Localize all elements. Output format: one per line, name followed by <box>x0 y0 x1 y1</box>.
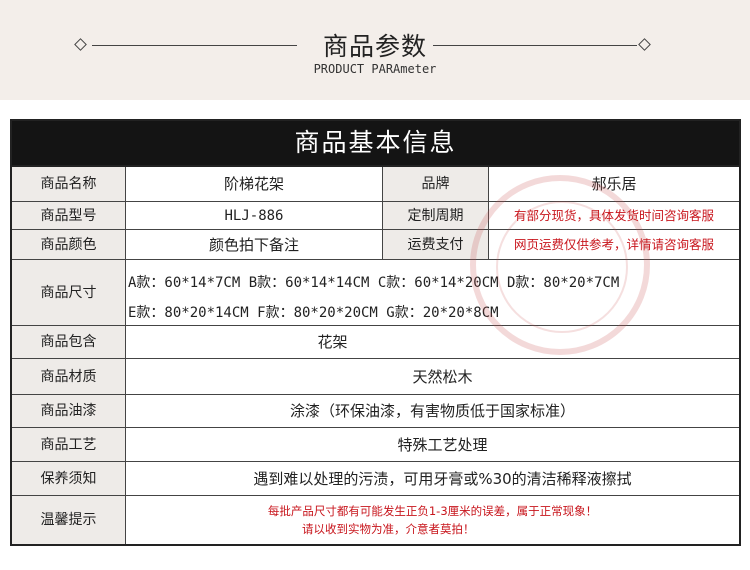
table-banner-title: 商品基本信息 <box>294 128 457 157</box>
name-value: 阶梯花架 <box>126 167 383 202</box>
tips-line-2: 请以收到实物为准，介意者莫拍！ <box>302 522 475 536</box>
header-rule-right <box>433 45 637 46</box>
care-value: 遇到难以处理的污渍，可用牙膏或%30的清洁稀释液擦拭 <box>126 462 739 496</box>
section-subtitle: PRODUCT PARAmeter <box>313 62 437 76</box>
tips-label: 温馨提示 <box>12 496 126 544</box>
material-value: 天然松木 <box>126 359 739 395</box>
color-value: 颜色拍下备注 <box>126 230 383 260</box>
name-label: 商品名称 <box>12 167 126 202</box>
brand-label: 品牌 <box>383 167 489 202</box>
paint-value: 涂漆（环保油漆，有害物质低于国家标准） <box>126 395 739 428</box>
table-banner: 商品基本信息 <box>12 121 739 167</box>
tips-line-1: 每批产品尺寸都有可能发生正负1-3厘米的误差，属于正常现象！ <box>267 504 598 518</box>
watermark-seal-icon <box>470 175 650 355</box>
package-value: 花架 <box>126 326 739 359</box>
size-line-2: E款：80*20*14CM F款：80*20*20CM G款：20*20*8CM <box>128 305 499 321</box>
section-header: 商品参数 PRODUCT PARAmeter <box>0 0 750 100</box>
craft-label: 商品工艺 <box>12 428 126 462</box>
package-label: 商品包含 <box>12 326 126 359</box>
size-label: 商品尺寸 <box>12 260 126 326</box>
craft-value: 特殊工艺处理 <box>126 428 739 462</box>
tips-cell: 每批产品尺寸都有可能发生正负1-3厘米的误差，属于正常现象！ 请以收到实物为准，… <box>126 496 739 544</box>
custom-cycle-label: 定制周期 <box>383 202 489 230</box>
model-value: HLJ-886 <box>126 202 383 230</box>
paint-label: 商品油漆 <box>12 395 126 428</box>
material-label: 商品材质 <box>12 359 126 395</box>
model-label: 商品型号 <box>12 202 126 230</box>
section-title: 商品参数 <box>322 32 427 61</box>
spec-table: 商品基本信息 商品名称 阶梯花架 品牌 郝乐居 商品型号 HLJ-886 定制周… <box>10 119 741 546</box>
care-label: 保养须知 <box>12 462 126 496</box>
color-label: 商品颜色 <box>12 230 126 260</box>
